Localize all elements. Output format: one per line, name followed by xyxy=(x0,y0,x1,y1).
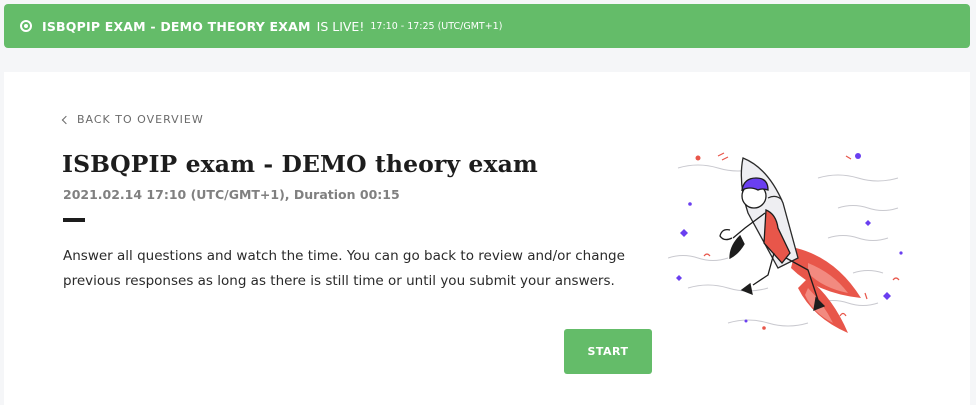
exam-card: BACK TO OVERVIEW ISBQPIP exam - DEMO the… xyxy=(4,72,970,405)
start-button[interactable]: START xyxy=(564,329,652,374)
exam-description: Answer all questions and watch the time.… xyxy=(63,248,625,289)
banner-exam-title: ISBQPIP EXAM - DEMO THEORY EXAM xyxy=(42,18,311,34)
exam-schedule: 2021.02.14 17:10 (UTC/GMT+1), Duration 0… xyxy=(63,187,400,202)
back-link-label: BACK TO OVERVIEW xyxy=(77,113,204,126)
banner-time-range: 17:10 - 17:25 (UTC/GMT+1) xyxy=(370,20,503,32)
live-radio-icon xyxy=(20,20,32,32)
rocket-person-illustration xyxy=(668,152,903,333)
back-to-overview-link[interactable]: BACK TO OVERVIEW xyxy=(61,113,204,126)
exam-title: ISBQPIP exam - DEMO theory exam xyxy=(62,150,538,178)
live-exam-banner: ISBQPIP EXAM - DEMO THEORY EXAM IS LIVE!… xyxy=(4,4,970,48)
title-divider xyxy=(63,218,85,222)
chevron-left-icon xyxy=(61,115,71,124)
rocket-flames xyxy=(791,248,861,333)
banner-live-text: IS LIVE! xyxy=(316,18,365,34)
